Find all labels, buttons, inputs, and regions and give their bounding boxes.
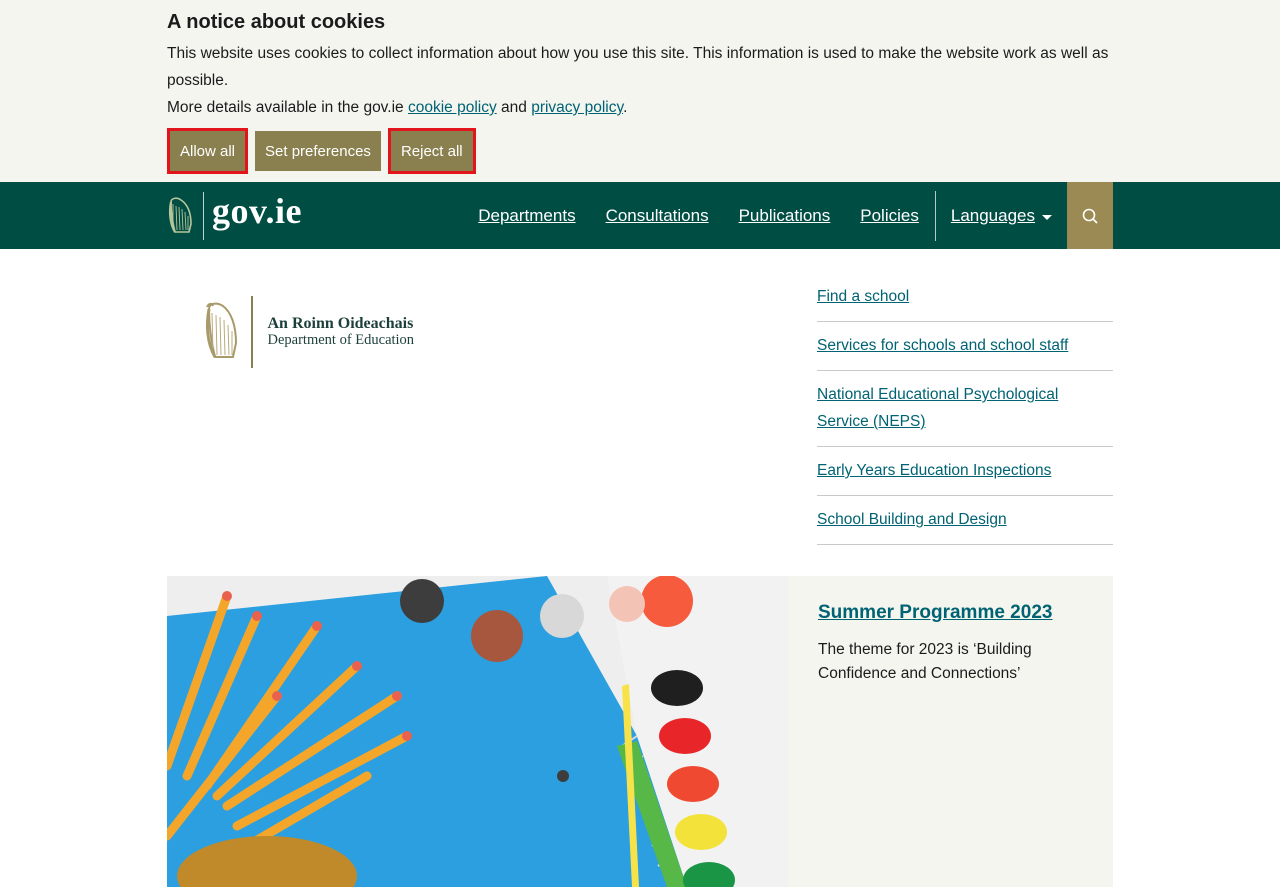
harp-icon [168,196,192,233]
reject-all-button[interactable]: Reject all [387,128,476,174]
quick-links: Find a school Services for schools and s… [817,273,1113,545]
school-supplies-illustration [167,576,788,887]
department-logo-divider [251,296,253,368]
nav-departments[interactable]: Departments [478,206,575,226]
nav-policies[interactable]: Policies [860,206,919,226]
languages-dropdown[interactable]: Languages [951,206,1052,226]
privacy-policy-link[interactable]: privacy policy [531,99,623,116]
harp-emblem-icon [205,302,238,358]
featured-description: The theme for 2023 is ‘Building Confiden… [818,641,1032,682]
link-find-a-school[interactable]: Find a school [817,288,909,305]
logo-divider [203,191,204,240]
list-item: Services for schools and school staff [817,322,1113,371]
featured-image [167,576,788,887]
cookie-policy-link[interactable]: cookie policy [408,99,497,116]
main-nav: Departments Consultations Publications P… [478,182,1113,249]
cookie-banner: A notice about cookies This website uses… [0,0,1280,182]
cookie-banner-text: This website uses cookies to collect inf… [167,45,1109,89]
featured-title-link[interactable]: Summer Programme 2023 [818,602,1083,624]
logo-text: gov.ie [212,190,302,231]
languages-label: Languages [950,205,1035,225]
featured-item: Summer Programme 2023 The theme for 2023… [167,576,1113,887]
nav-consultations[interactable]: Consultations [606,206,709,226]
department-name-english: Department of Education [267,332,415,348]
gov-ie-logo[interactable]: gov.ie [167,182,302,249]
search-icon [1082,208,1098,224]
cookie-details-prefix: More details available in the gov.ie [167,99,408,116]
cookie-buttons: Allow all Set preferences Reject all [166,128,1113,174]
link-neps[interactable]: National Educational Psychological Servi… [817,386,1058,430]
list-item: School Building and Design [817,496,1113,545]
list-item: National Educational Psychological Servi… [817,371,1113,447]
link-early-years-inspections[interactable]: Early Years Education Inspections [817,462,1051,479]
cookie-details-suffix: . [623,99,628,116]
main-content: An Roinn Oideachais Department of Educat… [167,249,1113,887]
department-logo: An Roinn Oideachais Department of Educat… [203,296,414,368]
cookie-banner-title: A notice about cookies [167,11,386,33]
site-header: gov.ie Departments Consultations Publica… [0,182,1280,249]
link-school-building-design[interactable]: School Building and Design [817,511,1007,528]
featured-panel: Summer Programme 2023 The theme for 2023… [788,576,1113,887]
department-name: An Roinn Oideachais Department of Educat… [268,315,415,349]
cookie-banner-details: More details available in the gov.ie coo… [167,94,1113,121]
caret-down-icon [1042,214,1052,220]
list-item: Early Years Education Inspections [817,447,1113,496]
link-services-for-schools[interactable]: Services for schools and school staff [817,337,1068,354]
search-button[interactable] [1067,182,1113,249]
list-item: Find a school [817,273,1113,322]
nav-publications[interactable]: Publications [739,206,831,226]
allow-all-button[interactable]: Allow all [166,128,249,174]
nav-divider [934,190,936,241]
department-name-irish: An Roinn Oideachais [267,315,414,332]
cookie-details-and: and [496,99,532,116]
set-preferences-button[interactable]: Set preferences [255,131,381,171]
